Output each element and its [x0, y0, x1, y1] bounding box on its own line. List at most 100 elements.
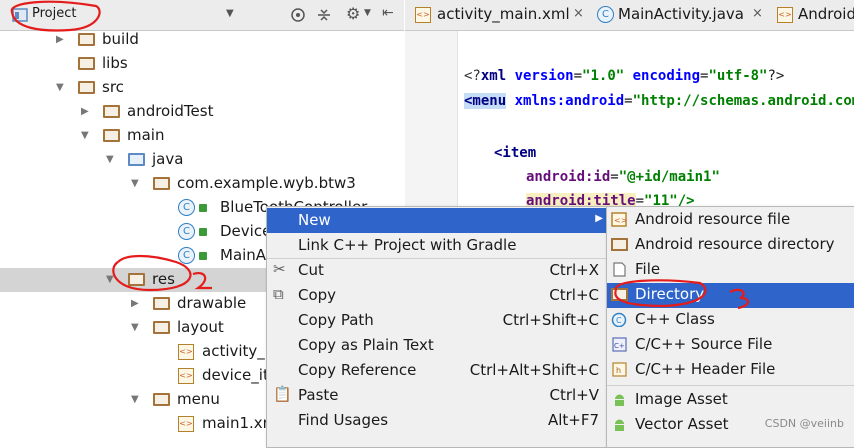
- svg-text:C+: C+: [614, 342, 625, 350]
- folder-icon: [78, 33, 95, 46]
- menu-item-find-usages[interactable]: Find Usages Alt+F7: [267, 408, 607, 433]
- submenu-item-image-asset[interactable]: Image Asset: [607, 388, 854, 413]
- menu-item-shortcut: Ctrl+Alt+Shift+C: [469, 361, 599, 379]
- cpp-source-icon: C+: [611, 337, 628, 353]
- tree-item[interactable]: ▶ androidTest: [0, 100, 404, 124]
- submenu-item-file[interactable]: File: [607, 258, 854, 283]
- submenu-item-label: File: [635, 260, 661, 278]
- tab-label: Android: [798, 5, 854, 23]
- cpp-class-icon: C: [611, 312, 628, 328]
- collapsed-arrow-icon[interactable]: ▶: [56, 34, 64, 45]
- collapse-all-icon[interactable]: [316, 7, 332, 23]
- menu-item-label: New: [298, 211, 331, 229]
- menu-item-label: Copy: [298, 286, 337, 304]
- tab-android[interactable]: <> Android: [773, 0, 854, 30]
- folder-icon: [103, 105, 120, 118]
- gear-dropdown-icon[interactable]: ▼: [364, 8, 371, 18]
- submenu-item-c-c-header-file[interactable]: h C/C++ Header File: [607, 358, 854, 383]
- menu-item-label: Copy Reference: [298, 361, 417, 379]
- expanded-arrow-icon[interactable]: ▼: [106, 274, 114, 285]
- class-icon: C: [178, 199, 195, 216]
- tree-item[interactable]: ▼ com.example.wyb.btw3: [0, 172, 404, 196]
- svg-text:<>: <>: [614, 216, 627, 225]
- menu-item-paste[interactable]: 📋 Paste Ctrl+V: [267, 383, 607, 408]
- menu-item-shortcut: Ctrl+X: [549, 261, 599, 279]
- submenu-item-directory[interactable]: Directory: [607, 283, 854, 308]
- tree-item-label: menu: [177, 390, 220, 408]
- new-submenu: <> Android resource file Android resource …: [606, 206, 854, 448]
- menu-item-copy-as-plain-text[interactable]: Copy as Plain Text: [267, 333, 607, 358]
- scissors-icon: ✂: [273, 260, 286, 278]
- tree-item-label: com.example.wyb.btw3: [177, 174, 356, 192]
- hide-panel-icon[interactable]: ⇤: [382, 5, 394, 21]
- folder-icon: [611, 287, 628, 303]
- menu-item-label: Find Usages: [298, 411, 389, 429]
- tree-item[interactable]: ▼ java: [0, 148, 404, 172]
- lock-icon: [199, 252, 207, 260]
- folder-icon: [103, 129, 120, 142]
- code-line: <menu xmlns:android="http://schemas.andr…: [464, 93, 854, 109]
- menu-divider: [607, 385, 854, 386]
- code-line: <item: [494, 145, 537, 161]
- folder-icon: [128, 273, 145, 286]
- lock-icon: [199, 228, 207, 236]
- android-xml-icon: <>: [611, 212, 628, 228]
- xml-file-icon: <>: [777, 7, 793, 23]
- tab-main-activity[interactable]: C MainActivity.java ×: [593, 0, 769, 30]
- menu-item-link-c-project-with-gradle[interactable]: Link C++ Project with Gradle: [267, 233, 607, 259]
- project-view-selector[interactable]: Project: [32, 6, 76, 21]
- lock-icon: [199, 204, 207, 212]
- watermark: CSDN @veiinb: [764, 417, 844, 430]
- close-icon[interactable]: ×: [752, 6, 763, 21]
- cpp-header-icon: h: [611, 362, 628, 378]
- class-icon: C: [178, 223, 195, 240]
- expanded-arrow-icon[interactable]: ▼: [56, 82, 64, 93]
- menu-item-label: Copy as Plain Text: [298, 336, 434, 354]
- xml-file-icon: <>: [415, 7, 431, 23]
- collapsed-arrow-icon[interactable]: ▶: [81, 106, 89, 117]
- expanded-arrow-icon[interactable]: ▼: [131, 322, 139, 333]
- tree-item-label: layout: [177, 318, 224, 336]
- collapsed-arrow-icon[interactable]: ▶: [131, 298, 139, 309]
- menu-item-copy-reference[interactable]: Copy Reference Ctrl+Alt+Shift+C: [267, 358, 607, 383]
- project-view-icon[interactable]: [12, 8, 28, 22]
- gear-icon[interactable]: ⚙: [346, 4, 360, 23]
- tree-item[interactable]: ▶ build: [0, 28, 404, 52]
- editor-tab-bar: <> activity_main.xml × C MainActivity.ja…: [405, 0, 854, 31]
- tab-label: MainActivity.java: [618, 5, 744, 23]
- folder-icon: [78, 57, 95, 70]
- tree-item[interactable]: ▼ main: [0, 124, 404, 148]
- tree-item-label: build: [102, 30, 139, 48]
- tree-item[interactable]: ▼ src: [0, 76, 404, 100]
- submenu-item-android-resource-file[interactable]: <> Android resource file: [607, 208, 854, 233]
- submenu-item-c-class[interactable]: C C++ Class: [607, 308, 854, 333]
- android-icon: [611, 417, 628, 433]
- folder-icon: [153, 393, 170, 406]
- expanded-arrow-icon[interactable]: ▼: [131, 178, 139, 189]
- menu-item-new[interactable]: New ▶: [267, 208, 607, 233]
- tree-item[interactable]: libs: [0, 52, 404, 76]
- submenu-item-c-c-source-file[interactable]: C+ C/C++ Source File: [607, 333, 854, 358]
- menu-item-cut[interactable]: ✂ Cut Ctrl+X: [267, 258, 607, 283]
- expanded-arrow-icon[interactable]: ▼: [131, 394, 139, 405]
- tree-item-label: main: [127, 126, 165, 144]
- submenu-item-android-resource-directory[interactable]: Android resource directory: [607, 233, 854, 258]
- tree-item-label: libs: [102, 54, 128, 72]
- class-icon: C: [597, 6, 614, 23]
- expanded-arrow-icon[interactable]: ▼: [81, 130, 89, 141]
- tab-activity-main[interactable]: <> activity_main.xml ×: [411, 0, 589, 30]
- dropdown-arrow-icon[interactable]: ▼: [226, 8, 234, 19]
- submenu-item-label: C/C++ Header File: [635, 360, 776, 378]
- close-icon[interactable]: ×: [573, 6, 584, 21]
- tree-item-label: src: [102, 78, 124, 96]
- menu-item-copy[interactable]: ⧉ Copy Ctrl+C: [267, 283, 607, 308]
- menu-item-label: Link C++ Project with Gradle: [298, 236, 517, 254]
- tab-label: activity_main.xml: [437, 5, 570, 23]
- package-icon: [153, 177, 170, 190]
- expanded-arrow-icon[interactable]: ▼: [106, 154, 114, 165]
- locate-icon[interactable]: [290, 7, 306, 23]
- submenu-item-label: C/C++ Source File: [635, 335, 773, 353]
- menu-item-copy-path[interactable]: Copy Path Ctrl+Shift+C: [267, 308, 607, 333]
- menu-item-shortcut: Alt+F7: [547, 411, 599, 429]
- svg-text:h: h: [616, 366, 621, 375]
